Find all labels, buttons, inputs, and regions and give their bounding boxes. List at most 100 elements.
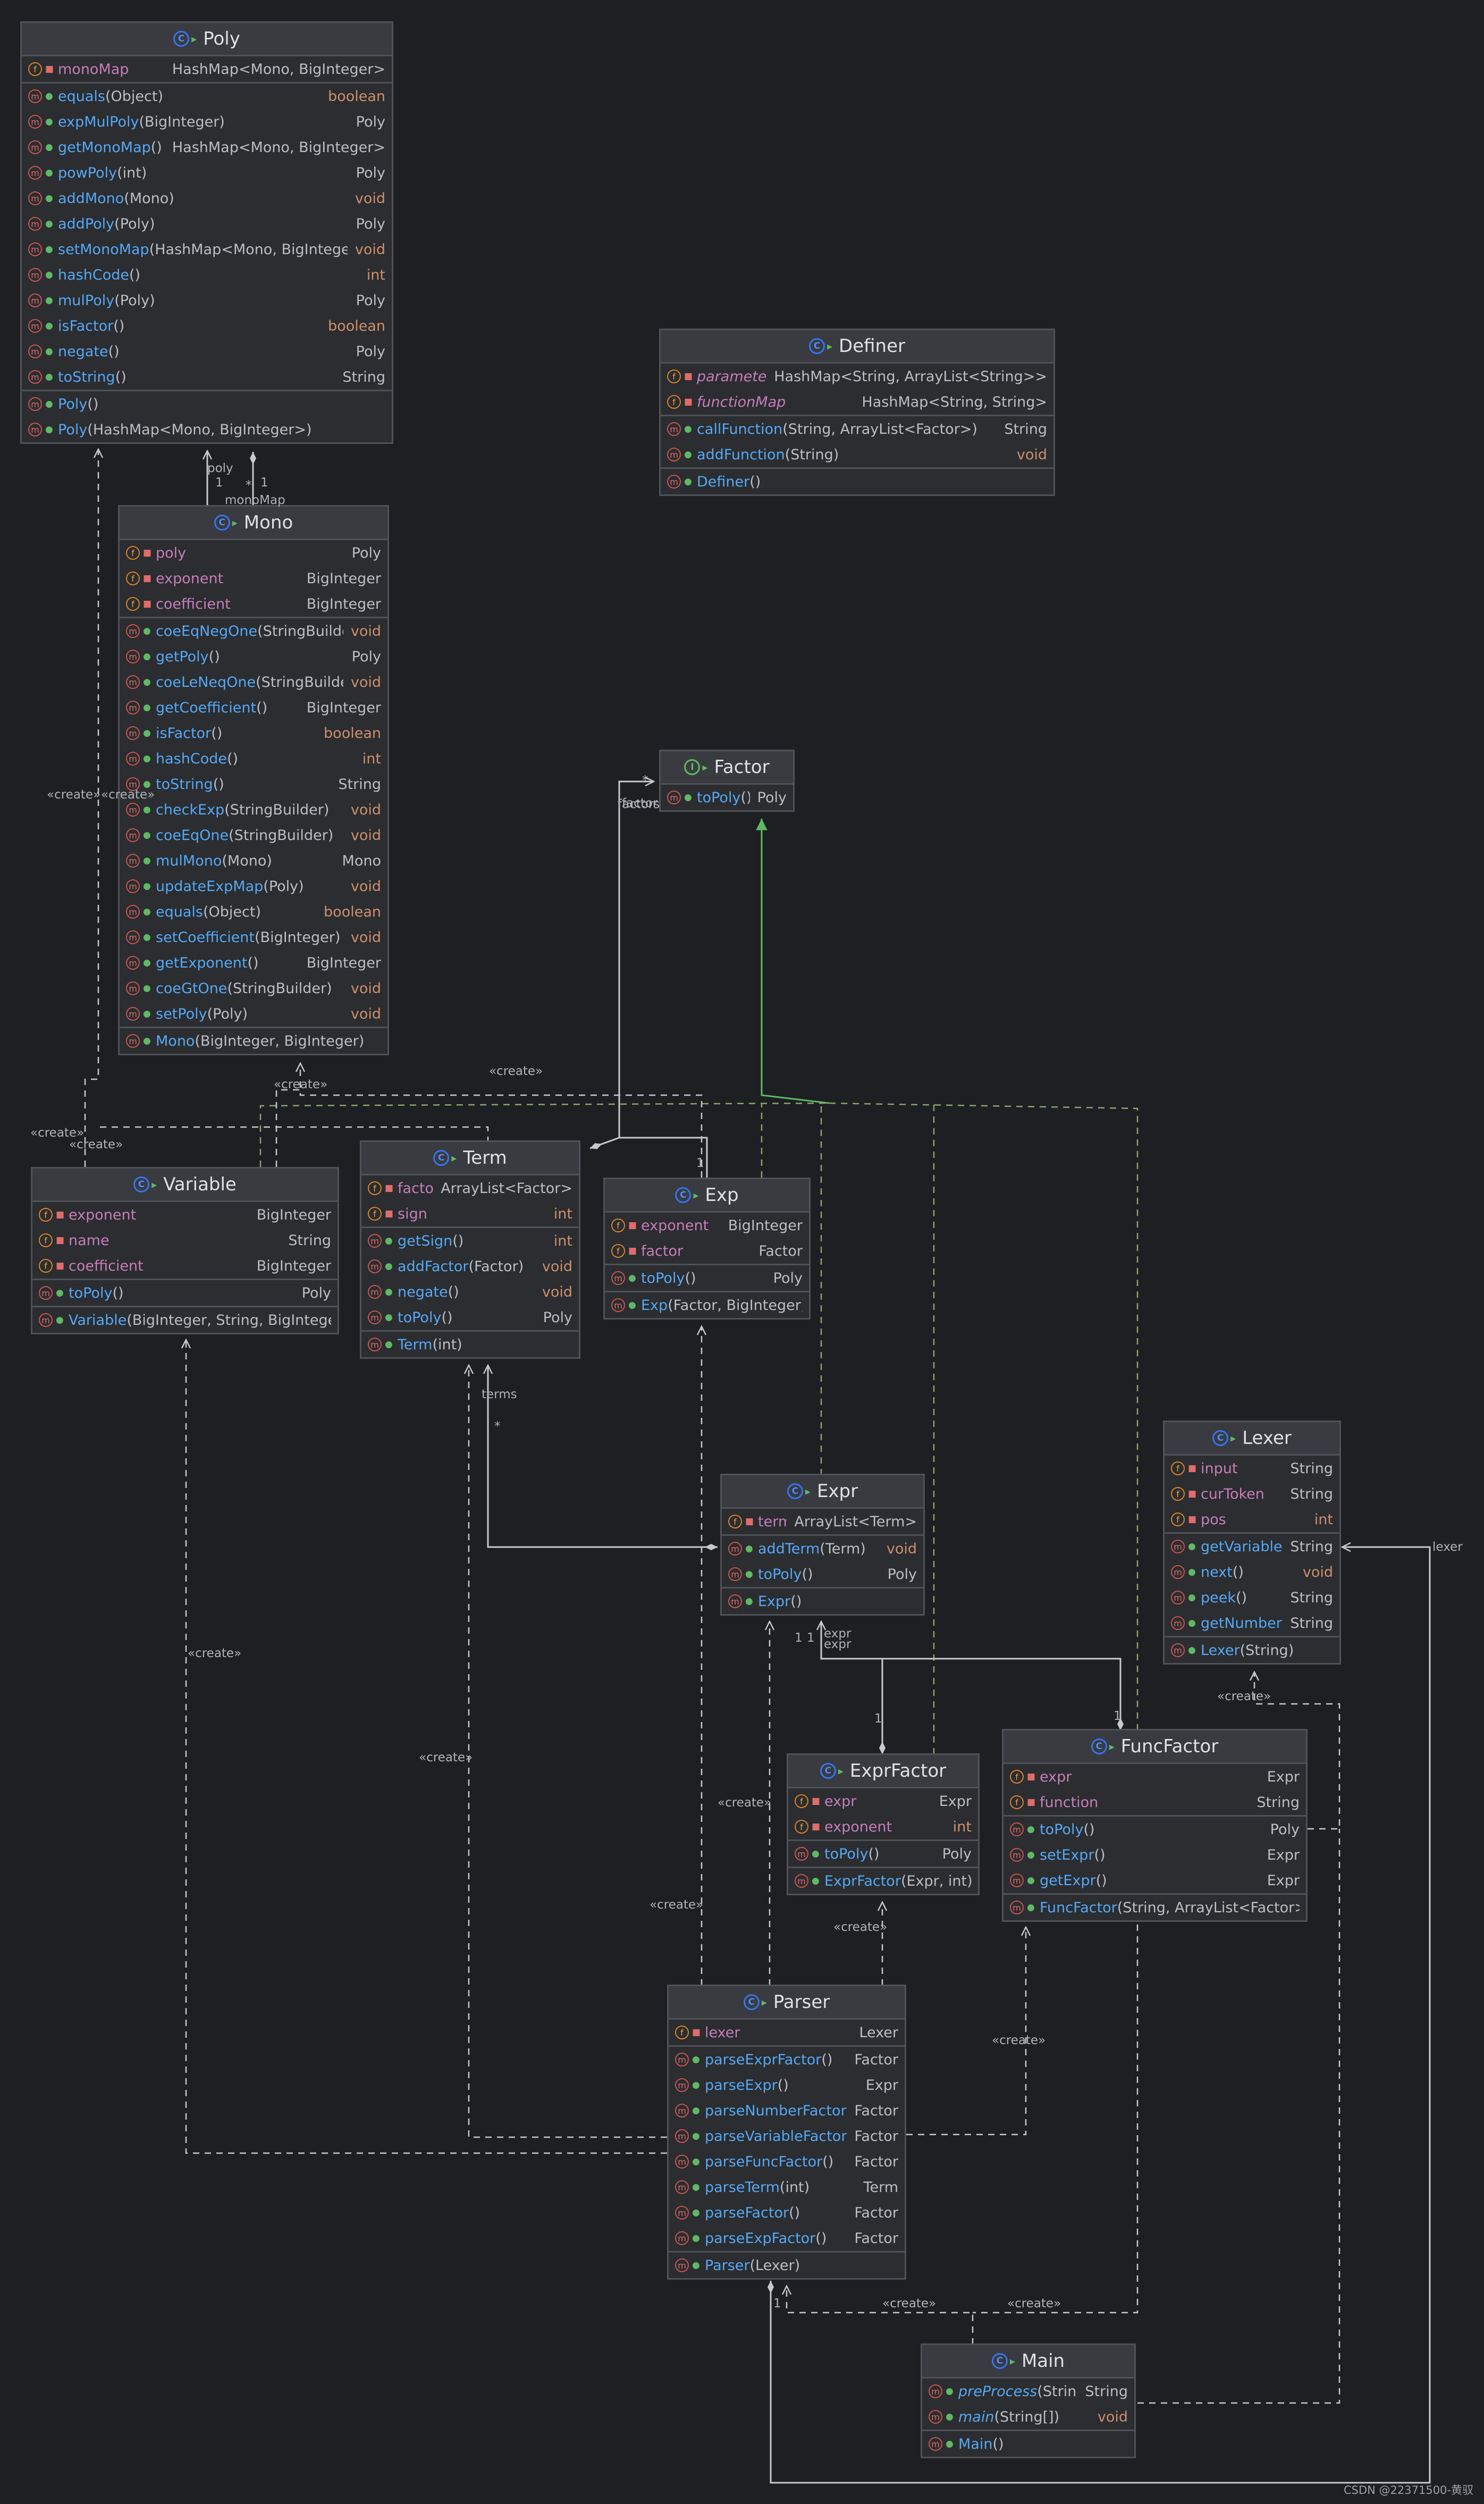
parser-method-row: m ● parseExpFactor() Factor	[669, 2225, 905, 2251]
method-params: (HashMap<Mono, BigInteger>)	[87, 421, 312, 438]
term-class-header[interactable]: C ▸ Term	[361, 1142, 579, 1175]
factor-class-box[interactable]: I▸ Factor m● toPoly() Poly	[659, 750, 795, 812]
public-icon: ●	[692, 2207, 700, 2218]
public-icon: ●	[385, 1261, 393, 1272]
method-icon: m	[675, 2104, 689, 2118]
private-lock-icon: ■	[143, 548, 152, 558]
method-type: Factor	[854, 2230, 898, 2247]
method-type: BigInteger	[306, 954, 381, 971]
public-marker-icon: ▸	[232, 516, 238, 529]
public-icon: ●	[45, 346, 53, 357]
field-type: Poly	[351, 544, 381, 561]
poly-class-header[interactable]: C ▸ Poly	[22, 23, 392, 56]
exprfactor-method-row: m ● toPoly() Poly	[788, 1841, 978, 1867]
public-icon: ●	[684, 424, 692, 434]
method-icon: m	[1171, 1540, 1185, 1553]
method-params: (int)	[432, 1336, 462, 1353]
lexer-method-row: m●getVariable()String	[1165, 1534, 1339, 1559]
exprfactor-field-row: f ■ exponent int	[788, 1814, 978, 1839]
public-icon: ●	[628, 1273, 636, 1283]
lexer-class-box[interactable]: C ▸ Lexer f ■ input String f ■ curToken String f ■ po…	[1163, 1421, 1341, 1665]
method-params: ()	[441, 1309, 453, 1326]
exprfactor-class-header[interactable]: C ▸ ExprFactor	[788, 1755, 978, 1788]
funcfactor-class-header[interactable]: C ▸ FuncFactor	[1004, 1730, 1306, 1764]
method-name: coeEqOne	[156, 827, 229, 844]
private-lock-icon: ■	[1188, 1463, 1197, 1474]
method-name: setMonoMap	[58, 241, 149, 258]
private-lock-icon: ■	[143, 573, 152, 584]
private-lock-icon: ■	[56, 1235, 65, 1246]
create-label-14: «create»	[882, 2297, 937, 2310]
method-type: void	[350, 623, 381, 640]
poly-method-row: m ● getMonoMap() HashMap<Mono, BigInteger>	[22, 135, 392, 160]
method-params: (StringBuilder)	[229, 827, 334, 844]
poly-class-name: Poly	[203, 28, 240, 49]
mono-class-header[interactable]: C ▸ Mono	[120, 507, 387, 540]
parser-class-header[interactable]: C ▸ Parser	[669, 1986, 905, 2020]
method-icon: m	[126, 981, 140, 995]
public-icon: ●	[385, 1287, 393, 1297]
private-lock-icon: ■	[684, 397, 693, 407]
main-method-row: m ● main(String[]) void	[922, 2404, 1134, 2430]
public-icon: ●	[812, 1848, 820, 1859]
variable-class-header[interactable]: C ▸ Variable	[32, 1169, 338, 1202]
expr-class-header[interactable]: C ▸ Expr	[722, 1475, 923, 1509]
public-icon: ●	[1188, 1618, 1196, 1628]
method-params: (Expr, int)	[900, 1872, 972, 1889]
field-name: factors	[398, 1180, 434, 1197]
public-marker-icon: ▸	[761, 1996, 767, 2009]
field-type: Lexer	[859, 2024, 898, 2041]
create-label-13: «create»	[1217, 1690, 1271, 1703]
method-icon: m	[611, 1298, 625, 1312]
method-type: Poly	[887, 1566, 917, 1583]
mono-method-row: m ● setCoefficient(BigInteger) void	[120, 925, 387, 950]
parser-class-box[interactable]: C ▸ Parser f ■ lexer Lexer m ● parseExprFactor() F…	[667, 1985, 906, 2280]
method-name: preProcess	[958, 2383, 1038, 2400]
poly-class-box[interactable]: C ▸ Poly f ■ monoMap HashMap<Mono, BigInteger>…	[20, 21, 393, 444]
method-name: addTerm	[758, 1540, 820, 1557]
private-lock-icon: ■	[628, 1220, 637, 1231]
mono-class-box[interactable]: C ▸ Mono f ■ poly Poly f ■ exponent BigInteger f ■ co…	[118, 505, 389, 1055]
definer-method-row: m ● addFunction(String) void	[661, 442, 1053, 467]
method-icon: m	[28, 242, 42, 256]
class-icon: C	[214, 515, 230, 531]
method-params: ()	[108, 343, 120, 360]
public-marker-icon: ▸	[1109, 1740, 1115, 1753]
method-type: void	[886, 1540, 917, 1557]
public-icon: ●	[45, 270, 53, 280]
method-params: (String)	[1037, 2383, 1077, 2400]
definer-class-box[interactable]: C▸Definerf■parameterMapHashMap<String, A…	[659, 329, 1055, 496]
mono-method-row: m ● updateExpMap(Poly) void	[120, 873, 387, 899]
mono-method-row: m ● equals(Object) boolean	[120, 899, 387, 925]
funcfactor-field-row: f ■ function String	[1004, 1789, 1306, 1815]
method-icon: m	[28, 397, 42, 411]
expr-class-box[interactable]: C▸Exprf■termsArrayList<Term>m●addTerm(Te…	[720, 1474, 925, 1616]
method-type: BigInteger	[306, 699, 381, 716]
public-icon: ●	[45, 244, 53, 255]
method-type: boolean	[328, 317, 385, 334]
public-icon: ●	[745, 1543, 753, 1554]
method-type: Factor	[854, 2102, 898, 2119]
public-icon: ●	[45, 424, 53, 435]
method-name: getVariable	[1201, 1538, 1283, 1555]
main-class-header[interactable]: C ▸ Main	[922, 2345, 1134, 2379]
private-lock-icon: ■	[812, 1796, 821, 1806]
exp-method-row: m ● Exp(Factor, BigInteger)	[605, 1292, 809, 1318]
factor-class-header[interactable]: I ▸ Factor	[661, 751, 793, 785]
method-type: HashMap<Mono, BigInteger>	[172, 139, 385, 156]
exp-class-header[interactable]: C ▸ Exp	[605, 1179, 809, 1213]
public-icon: ●	[143, 957, 151, 968]
lexer-class-header[interactable]: C ▸ Lexer	[1165, 1422, 1339, 1456]
method-name: FuncFactor	[1040, 1899, 1117, 1916]
field-icon: f	[1171, 1513, 1185, 1526]
mono-fields-section: f ■ poly Poly f ■ exponent BigInteger f ■ coeffici…	[120, 540, 387, 617]
method-name: toString	[58, 368, 115, 385]
exp-class-box[interactable]: C ▸ Exp f ■ exponent BigInteger f ■ factor Factor m…	[603, 1178, 811, 1320]
main-class-box[interactable]: C▸ Main m ● preProcess(String) String m ● main(S…	[921, 2343, 1136, 2458]
definer-class-header[interactable]: C ▸ Definer	[661, 330, 1053, 364]
exprfactor-class-box[interactable]: C ▸ ExprFactor f ■ expr Expr f ■ exponent int m ● toP…	[787, 1753, 980, 1895]
term-class-box[interactable]: C▸Termf■factorsArrayList<Factor>f■signin…	[360, 1140, 580, 1359]
method-name: negate	[398, 1283, 448, 1300]
funcfactor-class-box[interactable]: C ▸ FuncFactor f ■ expr Expr f ■ function String m ●…	[1002, 1729, 1308, 1922]
variable-class-box[interactable]: C ▸ Variable f ■ exponent BigInteger f ■ name Stri…	[31, 1167, 339, 1334]
